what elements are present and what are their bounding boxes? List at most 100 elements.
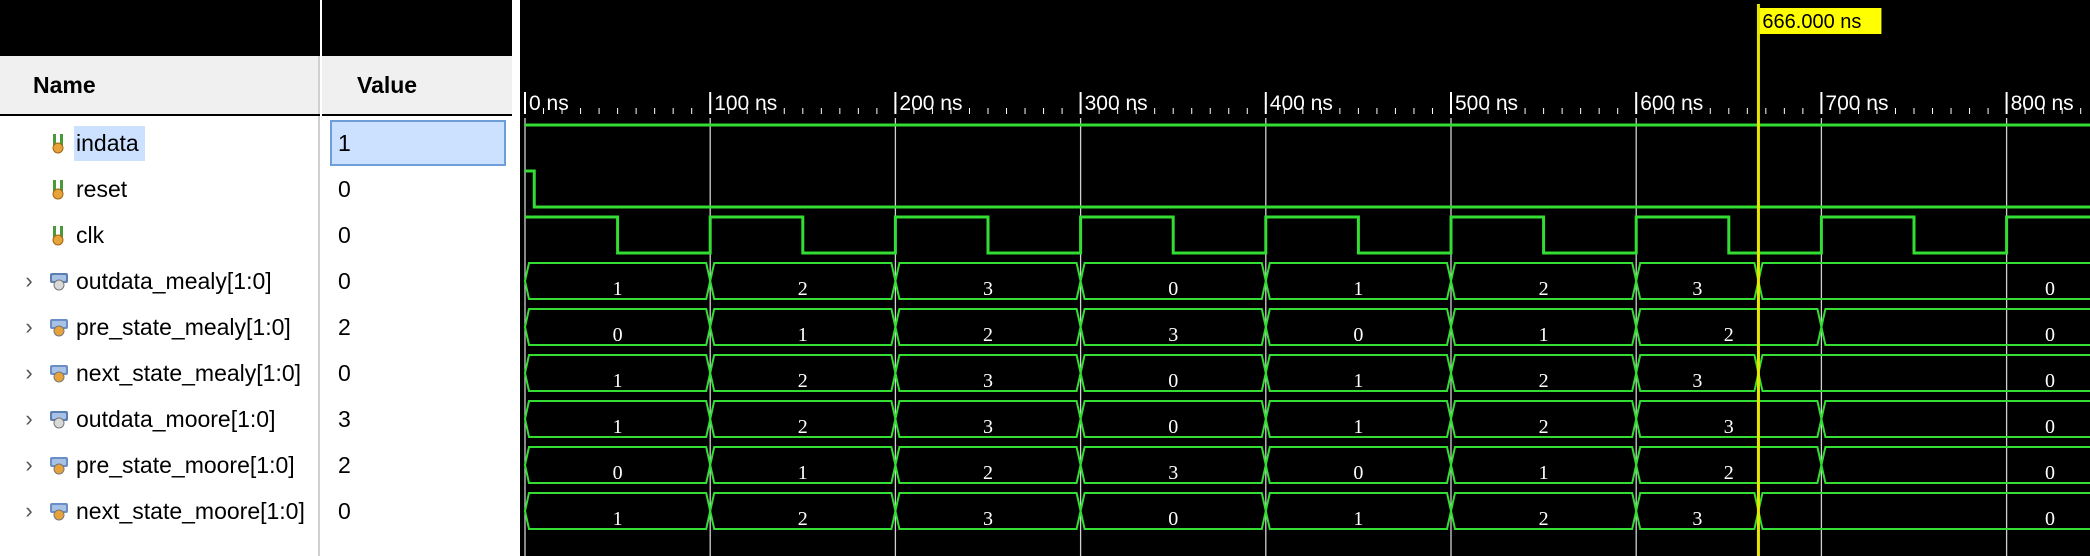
signal-row-pre-state-moore[interactable]: › pre_state_moore[1:0] <box>0 442 318 488</box>
bus-value-label: 1 <box>798 324 808 346</box>
signal-row-reset[interactable]: reset <box>0 166 318 212</box>
bit-trace <box>525 169 2090 209</box>
signal-name[interactable]: reset <box>74 172 133 207</box>
signal-name[interactable]: indata <box>74 125 145 161</box>
bus-value-label: 0 <box>1168 370 1178 392</box>
expand-chevron-icon[interactable]: › <box>18 442 40 488</box>
bus-value-label: 1 <box>613 370 623 392</box>
bus-value-label: 2 <box>798 508 808 530</box>
time-tick-label: 400 ns <box>1270 92 1333 115</box>
bus-value-label: 2 <box>798 416 808 438</box>
bus-value-label: 0 <box>1168 278 1178 300</box>
bus-value-label: 1 <box>1539 324 1549 346</box>
value-panel: Value 1 0 0 0 2 0 3 2 0 <box>322 0 512 556</box>
bus-value-label: 3 <box>1692 370 1702 392</box>
expand-chevron-icon[interactable]: › <box>18 488 40 534</box>
name-column-header-label: Name <box>33 71 96 98</box>
waveform-canvas[interactable]: 0 ns 100 ns 200 ns 300 ns 400 ns 500 ns 600 ns… <box>520 0 2090 556</box>
bus-value-label: 1 <box>1353 278 1363 300</box>
signal-name[interactable]: clk <box>74 218 110 253</box>
bus-value-label: 3 <box>1724 416 1734 438</box>
bus-value-label: 1 <box>613 416 623 438</box>
signal-value: 0 <box>338 221 351 248</box>
name-column-header[interactable]: Name <box>0 56 320 114</box>
signal-row-next-state-mealy[interactable]: › next_state_mealy[1:0] <box>0 350 318 396</box>
bus-value-label: 2 <box>1724 462 1734 484</box>
bus-value-label: 2 <box>798 370 808 392</box>
signal-name[interactable]: next_state_moore[1:0] <box>74 494 311 529</box>
bus-value-label: 0 <box>2045 324 2055 346</box>
signal-value: 2 <box>338 313 351 340</box>
bus-value-label: 0 <box>2045 508 2055 530</box>
internal-bus-icon <box>48 500 70 522</box>
output-bus-icon <box>48 408 70 430</box>
bus-value-label: 3 <box>1168 324 1178 346</box>
value-column-header[interactable]: Value <box>322 56 512 114</box>
bus-value-label: 3 <box>1692 278 1702 300</box>
bus-value-label: 2 <box>1539 416 1549 438</box>
signal-value: 0 <box>338 175 351 202</box>
bus-value-label: 2 <box>1539 508 1549 530</box>
signal-name[interactable]: outdata_mealy[1:0] <box>74 264 278 299</box>
bus-value-label: 3 <box>1168 462 1178 484</box>
waveform-outdata-moore[interactable]: 1 2 3 0 1 2 3 0 <box>523 400 2090 438</box>
waveform-next-state-mealy[interactable]: 1 2 3 0 1 2 3 0 <box>523 354 2090 392</box>
waveform-clk[interactable] <box>525 215 2090 255</box>
bus-segment <box>1757 262 2090 300</box>
panel-separator[interactable] <box>512 0 520 556</box>
signal-name[interactable]: outdata_moore[1:0] <box>74 402 281 437</box>
signal-name[interactable]: pre_state_moore[1:0] <box>74 448 301 483</box>
bus-value-label: 1 <box>1539 462 1549 484</box>
bus-value-label: 1 <box>1353 416 1363 438</box>
waveform-reset[interactable] <box>525 169 2090 209</box>
bit-trace <box>525 215 2090 255</box>
name-panel: Name indata reset clk › outdata_mealy[1:0] › p… <box>0 0 320 556</box>
bus-value-label: 0 <box>1168 508 1178 530</box>
bus-value-label: 1 <box>613 508 623 530</box>
internal-bus-icon <box>48 316 70 338</box>
waveform-pre-state-mealy[interactable]: 0 1 2 3 0 1 2 0 <box>523 308 2090 346</box>
bus-segment <box>1757 492 2090 530</box>
time-ruler[interactable]: 0 ns 100 ns 200 ns 300 ns 400 ns 500 ns 600 ns… <box>524 92 2082 115</box>
internal-bus-icon <box>48 362 70 384</box>
cursor-time-label: 666.000 ns <box>1762 11 1861 33</box>
time-tick-label: 800 ns <box>2011 92 2074 115</box>
waveform-panel[interactable]: 0 ns 100 ns 200 ns 300 ns 400 ns 500 ns 600 ns… <box>520 0 2090 556</box>
bus-value-label: 1 <box>798 462 808 484</box>
bus-value-label: 0 <box>2045 416 2055 438</box>
signal-value: 0 <box>338 359 351 386</box>
expand-chevron-icon[interactable]: › <box>18 258 40 304</box>
waveform-pre-state-moore[interactable]: 0 1 2 3 0 1 2 0 <box>523 446 2090 484</box>
signal-row-pre-state-mealy[interactable]: › pre_state_mealy[1:0] <box>0 304 318 350</box>
bus-value-label: 1 <box>1353 370 1363 392</box>
signal-row-outdata-mealy[interactable]: › outdata_mealy[1:0] <box>0 258 318 304</box>
bus-value-label: 2 <box>983 462 993 484</box>
bus-segment <box>1757 354 2090 392</box>
time-tick-label: 300 ns <box>1085 92 1148 115</box>
output-bus-icon <box>48 270 70 292</box>
bus-value-label: 3 <box>1692 508 1702 530</box>
bus-value-label: 0 <box>1353 324 1363 346</box>
signal-name[interactable]: next_state_mealy[1:0] <box>74 356 307 391</box>
bus-value-label: 0 <box>1168 416 1178 438</box>
time-tick-label: 500 ns <box>1455 92 1518 115</box>
signal-name[interactable]: pre_state_mealy[1:0] <box>74 310 297 345</box>
waveform-outdata-mealy[interactable]: 1 2 3 0 1 2 3 0 <box>523 262 2090 300</box>
bus-value-label: 3 <box>983 508 993 530</box>
signal-row-indata[interactable]: indata <box>0 120 318 166</box>
signal-row-clk[interactable]: clk <box>0 212 318 258</box>
signal-row-outdata-moore[interactable]: › outdata_moore[1:0] <box>0 396 318 442</box>
bus-value-label: 0 <box>2045 462 2055 484</box>
bus-value-label: 1 <box>613 278 623 300</box>
bus-value-label: 3 <box>983 370 993 392</box>
signal-row-next-state-moore[interactable]: › next_state_moore[1:0] <box>0 488 318 534</box>
bus-value-label: 0 <box>613 324 623 346</box>
value-column-header-label: Value <box>357 71 418 98</box>
expand-chevron-icon[interactable]: › <box>18 396 40 442</box>
waveform-next-state-moore[interactable]: 1 2 3 0 1 2 3 0 <box>523 492 2090 530</box>
expand-chevron-icon[interactable]: › <box>18 304 40 350</box>
signal-value: 2 <box>338 451 351 478</box>
bus-value-label: 3 <box>983 416 993 438</box>
expand-chevron-icon[interactable]: › <box>18 350 40 396</box>
signal-value-list: 1 0 0 0 2 0 3 2 0 <box>322 116 512 556</box>
